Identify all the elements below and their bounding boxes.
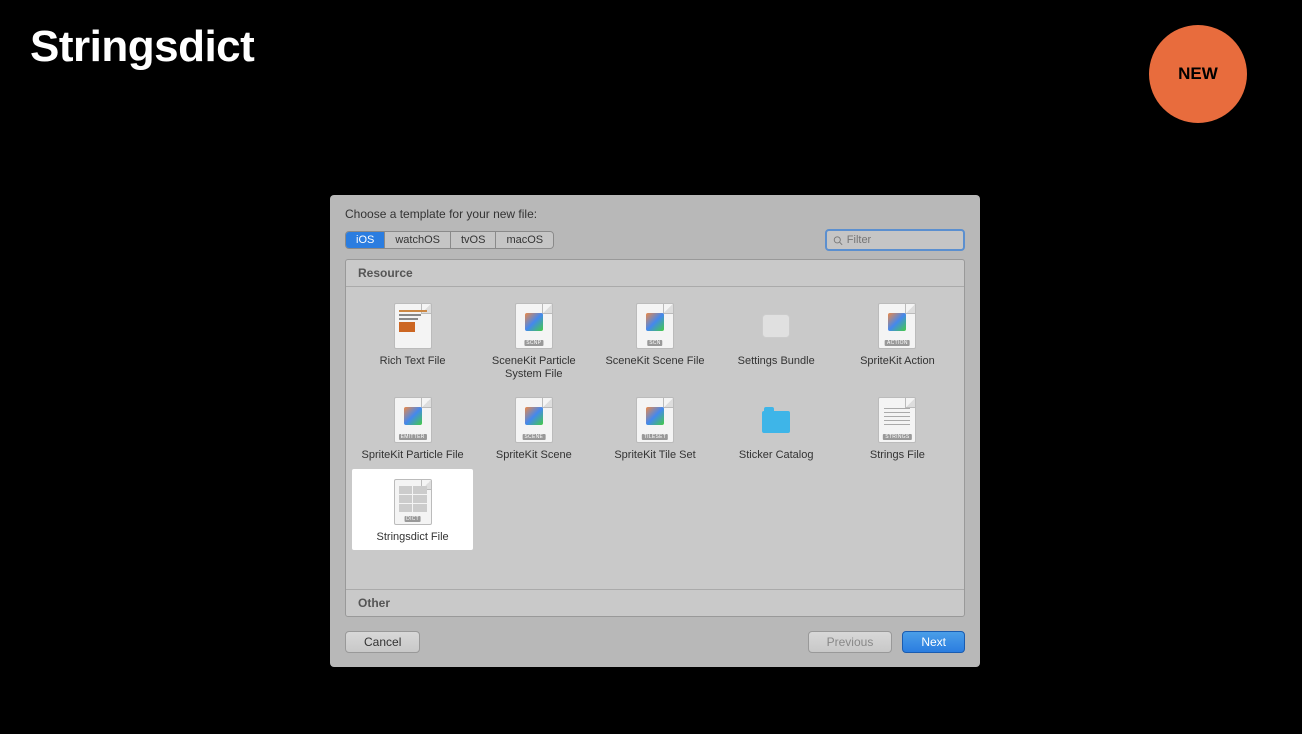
filter-search-wrap[interactable] bbox=[825, 229, 965, 251]
template-label: Stringsdict File bbox=[377, 531, 449, 544]
dialog-header-text: Choose a template for your new file: bbox=[330, 195, 980, 229]
template-grid: Rich Text File SCNP SceneKit Particle Sy… bbox=[346, 287, 964, 556]
page-title: Stringsdict bbox=[30, 22, 254, 72]
template-label: SpriteKit Particle File bbox=[362, 449, 464, 462]
platform-tabs-row: iOS watchOS tvOS macOS bbox=[330, 229, 980, 259]
strings-file-icon: STRINGS bbox=[878, 397, 916, 443]
stringsdict-file-icon: DICT bbox=[394, 479, 432, 525]
template-strings-file[interactable]: STRINGS Strings File bbox=[837, 387, 958, 468]
previous-button: Previous bbox=[808, 631, 893, 653]
template-rich-text-file[interactable]: Rich Text File bbox=[352, 293, 473, 387]
template-spritekit-particle[interactable]: EMITTER SpriteKit Particle File bbox=[352, 387, 473, 468]
template-scenekit-scene[interactable]: SCN SceneKit Scene File bbox=[594, 293, 715, 387]
template-label: SpriteKit Scene bbox=[496, 449, 572, 462]
new-file-dialog: Choose a template for your new file: iOS… bbox=[330, 195, 980, 667]
new-badge: NEW bbox=[1149, 25, 1247, 123]
section-other-header: Other bbox=[346, 589, 964, 616]
bundle-icon bbox=[757, 303, 795, 349]
scene-file-icon: SCENE bbox=[515, 397, 553, 443]
cancel-button[interactable]: Cancel bbox=[345, 631, 420, 653]
rtf-file-icon bbox=[394, 303, 432, 349]
template-spritekit-action[interactable]: ACTION SpriteKit Action bbox=[837, 293, 958, 387]
scn-file-icon: SCN bbox=[636, 303, 674, 349]
template-scenekit-particle-system[interactable]: SCNP SceneKit Particle System File bbox=[473, 293, 594, 387]
template-list: Resource Rich Text File SCNP SceneKit Pa… bbox=[345, 259, 965, 617]
template-label: SpriteKit Action bbox=[860, 355, 935, 368]
tab-tvos[interactable]: tvOS bbox=[451, 232, 496, 248]
template-settings-bundle[interactable]: Settings Bundle bbox=[716, 293, 837, 387]
template-label: SceneKit Scene File bbox=[605, 355, 704, 368]
scnp-file-icon: SCNP bbox=[515, 303, 553, 349]
next-button[interactable]: Next bbox=[902, 631, 965, 653]
tab-macos[interactable]: macOS bbox=[496, 232, 553, 248]
dialog-footer: Cancel Previous Next bbox=[330, 617, 980, 667]
section-resource-header: Resource bbox=[346, 260, 964, 287]
folder-icon bbox=[757, 397, 795, 443]
template-spritekit-scene[interactable]: SCENE SpriteKit Scene bbox=[473, 387, 594, 468]
filter-icon bbox=[833, 235, 843, 246]
action-file-icon: ACTION bbox=[878, 303, 916, 349]
filter-input[interactable] bbox=[847, 234, 957, 246]
platform-segmented-control: iOS watchOS tvOS macOS bbox=[345, 231, 554, 249]
tab-ios[interactable]: iOS bbox=[346, 232, 385, 248]
template-label: Sticker Catalog bbox=[739, 449, 814, 462]
template-label: Settings Bundle bbox=[738, 355, 815, 368]
template-label: SceneKit Particle System File bbox=[479, 355, 589, 381]
template-label: Rich Text File bbox=[380, 355, 446, 368]
template-spritekit-tileset[interactable]: TILESET SpriteKit Tile Set bbox=[594, 387, 715, 468]
tab-watchos[interactable]: watchOS bbox=[385, 232, 451, 248]
template-stringsdict-file[interactable]: DICT Stringsdict File bbox=[352, 469, 473, 550]
template-sticker-catalog[interactable]: Sticker Catalog bbox=[716, 387, 837, 468]
emitter-file-icon: EMITTER bbox=[394, 397, 432, 443]
template-label: Strings File bbox=[870, 449, 925, 462]
template-label: SpriteKit Tile Set bbox=[614, 449, 695, 462]
tileset-file-icon: TILESET bbox=[636, 397, 674, 443]
